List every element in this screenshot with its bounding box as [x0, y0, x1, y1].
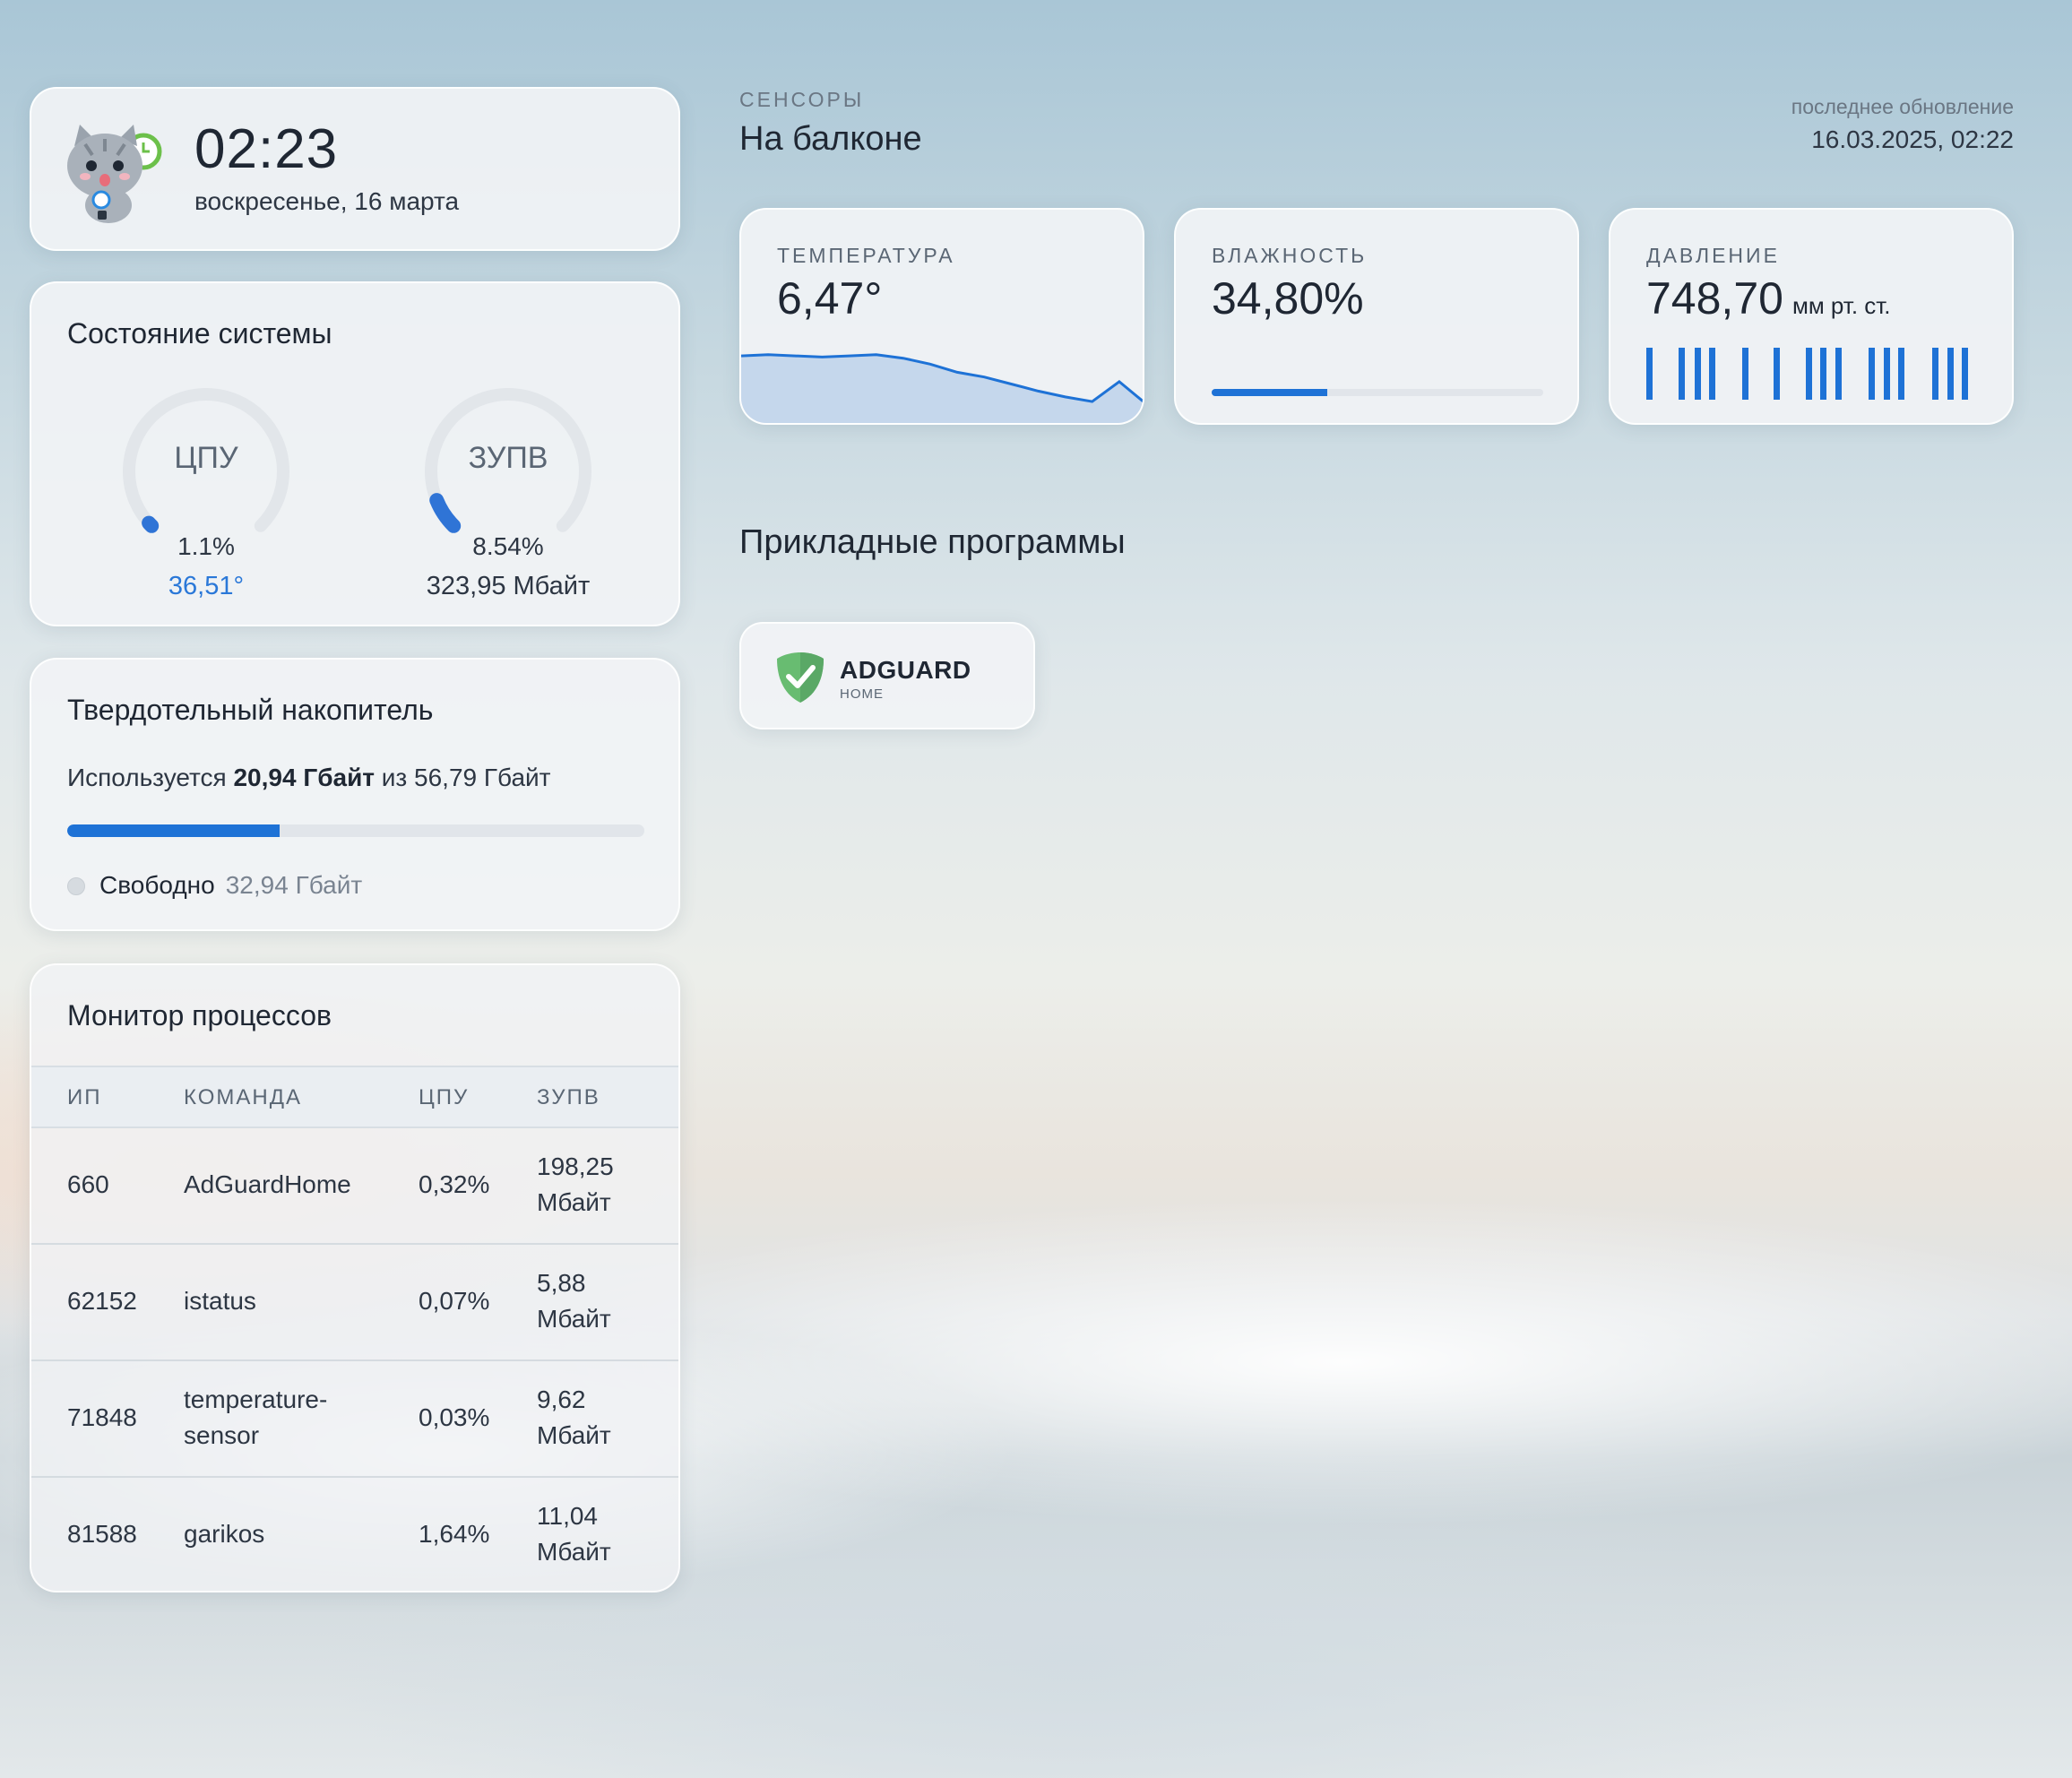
clock-card: 02:23 воскресенье, 16 марта	[30, 87, 680, 251]
cat-clock-icon	[67, 125, 162, 223]
process-ram: 198,25 Мбайт	[537, 1152, 614, 1216]
pressure-bars	[1646, 348, 1968, 400]
process-ram: 9,62 Мбайт	[537, 1385, 611, 1449]
ssd-used-value: 20,94 Гбайт	[233, 764, 375, 791]
ssd-free-value: 32,94 Гбайт	[225, 871, 363, 899]
apps-title: Прикладные программы	[739, 523, 1126, 561]
temperature-area	[741, 354, 1143, 423]
pressure-label: ДАВЛЕНИЕ	[1646, 244, 1780, 267]
app-tile-adguard[interactable]: ADGUARD HOME	[739, 622, 1035, 729]
process-cpu: 1,64%	[419, 1520, 490, 1548]
temperature-label: ТЕМПЕРАТУРА	[777, 244, 955, 267]
column-header-command[interactable]: КОМАНДА	[184, 1085, 302, 1110]
process-command: istatus	[184, 1287, 256, 1315]
pressure-value-line: 748,70 мм рт. ст.	[1646, 272, 1891, 324]
process-cpu: 0,07%	[419, 1287, 490, 1315]
humidity-bar	[1212, 389, 1543, 396]
pressure-value: 748,70	[1646, 273, 1783, 324]
sensors-kicker: СЕНСОРЫ	[739, 88, 865, 111]
ssd-free-legend: Свободно 32,94 Гбайт	[67, 871, 362, 900]
column-header-cpu[interactable]: ЦПУ	[419, 1085, 469, 1110]
ram-percent: 8.54%	[472, 532, 544, 560]
ram-label: ЗУПВ	[468, 441, 548, 475]
process-ram: 5,88 Мбайт	[537, 1269, 611, 1333]
process-command: temperature-sensor	[184, 1385, 328, 1449]
pressure-card[interactable]: ДАВЛЕНИЕ 748,70 мм рт. ст.	[1609, 208, 2014, 425]
process-monitor-card: Монитор процессов ИП КОМАНДА ЦПУ ЗУПВ 66…	[30, 963, 680, 1592]
ssd-free-label: Свободно	[99, 871, 215, 899]
ssd-usage-fill	[67, 824, 281, 837]
process-pid: 660	[67, 1170, 109, 1198]
ram-used: 323,95 Мбайт	[426, 572, 591, 600]
last-update-value: 16.03.2025, 02:22	[1811, 125, 2014, 153]
process-pid: 62152	[67, 1287, 137, 1315]
ram-gauge: ЗУПВ 8.54% 323,95 Мбайт	[419, 382, 598, 600]
table-row[interactable]: 71848 temperature-sensor 0,03% 9,62 Мбай…	[31, 1359, 678, 1478]
pressure-unit: мм рт. ст.	[1791, 292, 1891, 319]
temperature-card[interactable]: ТЕМПЕРАТУРА 6,47°	[739, 208, 1144, 425]
system-state-card: Состояние системы ЦПУ 1.1% 36,51° ЗУПВ 8…	[30, 281, 680, 626]
clock-time: 02:23	[194, 118, 339, 180]
process-cpu: 0,03%	[419, 1403, 490, 1431]
process-cpu: 0,32%	[419, 1170, 490, 1198]
temperature-value: 6,47°	[777, 273, 883, 324]
cpu-temperature: 36,51°	[168, 572, 245, 600]
process-pid: 71848	[67, 1403, 137, 1431]
last-update-label: последнее обновление	[1791, 95, 2014, 118]
adguard-shield-icon	[777, 652, 824, 703]
ssd-used-prefix: Используется	[67, 764, 227, 791]
cpu-gauge: ЦПУ 1.1% 36,51°	[117, 382, 296, 600]
cpu-percent: 1.1%	[177, 532, 235, 560]
table-row[interactable]: 81588 garikos 1,64% 11,04 Мбайт	[31, 1476, 678, 1591]
process-pid: 81588	[67, 1520, 137, 1548]
table-row[interactable]: 62152 istatus 0,07% 5,88 Мбайт	[31, 1243, 678, 1361]
process-ram: 11,04 Мбайт	[537, 1502, 611, 1566]
column-header-pid[interactable]: ИП	[67, 1085, 102, 1110]
process-command: garikos	[184, 1520, 265, 1548]
column-header-ram[interactable]: ЗУПВ	[537, 1085, 600, 1110]
ssd-title: Твердотельный накопитель	[67, 694, 434, 726]
humidity-card[interactable]: ВЛАЖНОСТЬ 34,80%	[1174, 208, 1579, 425]
process-command: AdGuardHome	[184, 1170, 351, 1198]
system-state-title: Состояние системы	[67, 317, 332, 350]
cpu-label: ЦПУ	[174, 441, 238, 475]
app-subtitle: HOME	[840, 686, 884, 702]
clock-date: воскресенье, 16 марта	[194, 187, 460, 215]
humidity-label: ВЛАЖНОСТЬ	[1212, 244, 1368, 267]
process-monitor-title: Монитор процессов	[67, 999, 332, 1031]
humidity-value: 34,80%	[1212, 273, 1364, 324]
sensors-location: На балконе	[739, 120, 922, 158]
humidity-fill	[1212, 389, 1327, 396]
table-row[interactable]: 660 AdGuardHome 0,32% 198,25 Мбайт	[31, 1126, 678, 1245]
ssd-card: Твердотельный накопитель Используется 20…	[30, 658, 680, 931]
ssd-usage-text: Используется 20,94 Гбайт из 56,79 Гбайт	[67, 764, 550, 792]
process-table-header: ИП КОМАНДА ЦПУ ЗУПВ	[31, 1066, 678, 1128]
free-dot-icon	[67, 877, 85, 895]
ssd-usage-bar	[67, 824, 644, 837]
ssd-total: из 56,79 Гбайт	[381, 764, 551, 791]
app-name: ADGUARD	[840, 656, 971, 684]
